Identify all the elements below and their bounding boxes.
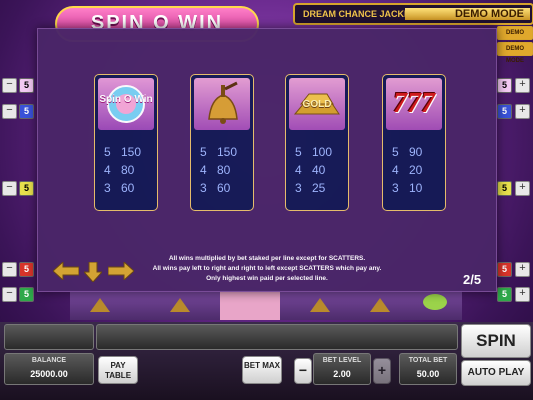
pay-row: 4 20 (392, 163, 423, 177)
minus-icon[interactable]: − (2, 287, 17, 302)
message-panel-left (4, 324, 94, 350)
line-marker[interactable]: 5 (19, 104, 34, 119)
pay-row: 4 40 (295, 163, 326, 177)
line-marker[interactable]: 5 (19, 287, 34, 302)
arrow-left-icon[interactable] (53, 262, 79, 280)
pay-row: 3 10 (392, 181, 423, 195)
pay-row: 3 25 (295, 181, 326, 195)
triple-seven-icon: 777 (386, 78, 442, 130)
gold-bars-icon: GOLD (289, 78, 345, 130)
line-marker[interactable]: 5 (497, 78, 512, 93)
autoplay-button[interactable]: AUTO PLAY (461, 360, 531, 386)
plus-icon[interactable]: + (515, 78, 530, 93)
pay-row: 5 100 (295, 145, 333, 159)
paytable-button[interactable]: PAY TABLE (98, 356, 138, 384)
plus-icon[interactable]: + (515, 287, 530, 302)
jackpot-label: DREAM CHANCE JACKPOT (303, 9, 423, 19)
arrow-right-icon[interactable] (108, 262, 134, 280)
symbol-logo-text: GOLD (302, 99, 332, 110)
control-bar: SPIN AUTO PLAY BALANCE 25000.00 PAY TABL… (0, 322, 533, 400)
line-marker[interactable]: 5 (497, 104, 512, 119)
bet-level-label: BET LEVEL (322, 357, 362, 364)
minus-icon[interactable]: − (2, 262, 17, 277)
demo-mode-badge-small: DEMO MODE (497, 26, 533, 48)
demo-mode-badge: DEMO MODE (405, 8, 530, 20)
pay-row: 4 80 (200, 163, 231, 177)
line-marker[interactable]: 5 (19, 78, 34, 93)
paytable-note: All wins multiplied by bet staked per li… (168, 255, 366, 262)
pay-row: 5 90 (392, 145, 423, 159)
bet-level-value: 2.00 (333, 369, 351, 379)
total-bet-value: 50.00 (416, 369, 440, 379)
bet-level-panel: BET LEVEL 2.00 (313, 353, 371, 385)
paytable-note: Only highest win paid per selected line. (206, 275, 328, 282)
spin-o-win-logo-icon: Spin O Win (98, 78, 154, 130)
symbol-logo-text: Spin O Win (99, 94, 153, 105)
plus-icon[interactable]: + (515, 181, 530, 196)
pay-row: 3 60 (200, 181, 231, 195)
pay-row: 5 150 (104, 145, 142, 159)
line-marker[interactable]: 5 (497, 262, 512, 277)
reel-strip (70, 290, 462, 320)
bet-max-button[interactable]: BET MAX (242, 356, 282, 384)
line-marker[interactable]: 5 (497, 287, 512, 302)
reel-symbols-partial (90, 290, 447, 320)
demo-mode-badge-small: DEMO MODE (497, 42, 533, 64)
minus-icon[interactable]: − (2, 104, 17, 119)
total-bet-panel: TOTAL BET 50.00 (399, 353, 457, 385)
paytable-note: All wins pay left to right and right to … (152, 265, 382, 272)
pay-row: 3 60 (104, 181, 135, 195)
balance-panel: BALANCE 25000.00 (4, 353, 94, 385)
plus-icon[interactable]: + (515, 262, 530, 277)
message-panel (96, 324, 458, 350)
balance-value: 25000.00 (30, 369, 68, 379)
paytable-card: Spin O Win 5 150 4 80 3 60 (94, 74, 158, 211)
paytable-overlay: Spin O Win 5 150 4 80 3 60 5 150 4 80 3 60 GOL… (37, 28, 497, 292)
arrow-down-icon[interactable] (84, 262, 102, 282)
jackpot-bar: DREAM CHANCE JACKPOT DEMO MODE (293, 3, 533, 25)
symbol-logo-text: 777 (393, 88, 435, 119)
bell-icon (194, 78, 250, 130)
paytable-card: GOLD 5 100 4 40 3 25 (285, 74, 349, 211)
spin-button[interactable]: SPIN (461, 324, 531, 358)
plus-icon[interactable]: + (515, 104, 530, 119)
minus-icon[interactable]: − (2, 181, 17, 196)
bet-level-plus-button[interactable]: + (373, 358, 391, 384)
bet-level-minus-button[interactable]: − (294, 358, 312, 384)
page-indicator: 2/5 (463, 272, 482, 287)
line-marker[interactable]: 5 (19, 181, 34, 196)
line-marker[interactable]: 5 (19, 262, 34, 277)
line-marker[interactable]: 5 (497, 181, 512, 196)
pay-row: 4 80 (104, 163, 135, 177)
total-bet-label: TOTAL BET (408, 357, 448, 364)
paytable-card: 5 150 4 80 3 60 (190, 74, 254, 211)
minus-icon[interactable]: − (2, 78, 17, 93)
paytable-card: 777 5 90 4 20 3 10 (382, 74, 446, 211)
balance-label: BALANCE (31, 357, 67, 364)
pay-row: 5 150 (200, 145, 238, 159)
